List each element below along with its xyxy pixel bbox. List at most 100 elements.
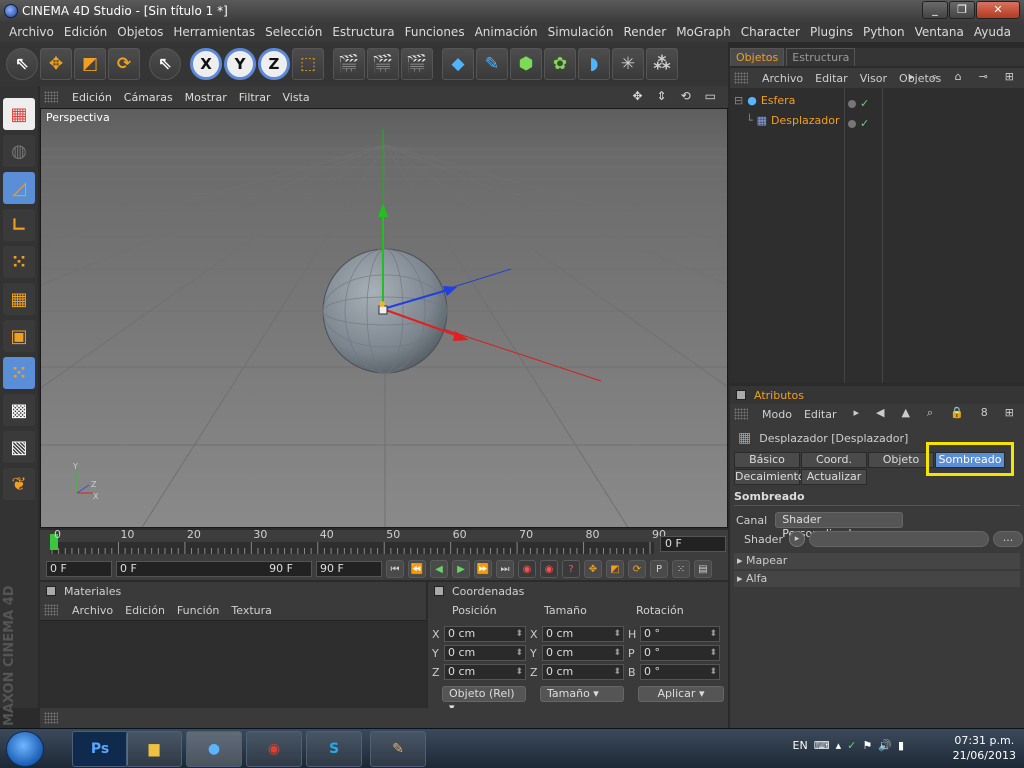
keyboard-icon[interactable]: ⌨ <box>814 739 830 752</box>
maximize-icon[interactable]: ▭ <box>699 89 722 103</box>
vp-menu-edicion[interactable]: Edición <box>66 91 118 104</box>
obj-menu-visor[interactable]: Visor <box>854 72 893 85</box>
scheme-icon[interactable]: ▤ <box>694 560 712 578</box>
shader-more-button[interactable]: ... <box>992 531 1023 547</box>
next-key-icon[interactable]: ⏩ <box>474 560 492 578</box>
panel-grip[interactable] <box>734 72 748 84</box>
obj-menu-editar[interactable]: Editar <box>809 72 854 85</box>
skype-taskbar-button[interactable]: S <box>306 731 362 767</box>
mat-menu-archivo[interactable]: Archivo <box>66 604 119 617</box>
maximize-button[interactable]: ❐ <box>949 1 975 19</box>
uv-polygons-mode-icon[interactable]: ⁙ <box>3 357 35 389</box>
bookmark-icon[interactable]: ⌂ <box>949 70 968 84</box>
link-icon[interactable]: 8 <box>975 406 994 420</box>
live-selection-icon[interactable]: ⇖ <box>6 48 38 80</box>
points-mode-icon[interactable]: ⁙ <box>3 246 35 278</box>
photoshop-taskbar-button[interactable]: Ps <box>72 731 128 767</box>
link-icon[interactable]: ⊸ <box>973 70 994 84</box>
tab-decaimiento[interactable]: Decaimiento <box>734 469 805 485</box>
tab-objetos[interactable]: Objetos <box>730 48 785 66</box>
play-backwards-icon[interactable]: ◀ <box>430 560 448 578</box>
panel-grip[interactable] <box>44 604 58 616</box>
workplane-icon[interactable]: ▧ <box>3 431 35 463</box>
back-arrow-icon[interactable]: ◀ <box>870 406 890 420</box>
tab-objeto[interactable]: Objeto <box>868 452 934 468</box>
position-z-field[interactable]: 0 cm <box>444 664 526 680</box>
end-frame-field[interactable]: 90 F <box>316 561 382 577</box>
menu-character[interactable]: Character <box>736 25 805 39</box>
panel-square-icon[interactable] <box>46 586 56 596</box>
panel-grip[interactable] <box>44 91 58 103</box>
dolly-icon[interactable]: ⇕ <box>651 89 673 103</box>
size-y-field[interactable]: 0 cm <box>542 645 624 661</box>
edges-mode-icon[interactable]: ▦ <box>3 283 35 315</box>
position-key-icon[interactable]: ✥ <box>584 560 602 578</box>
panel-square-icon[interactable] <box>736 390 746 400</box>
subdivision-surface-icon[interactable]: ⬢ <box>510 48 542 80</box>
object-row-desplazador[interactable]: └ ▦ Desplazador <box>746 114 840 127</box>
sculpt-icon[interactable]: ❦ <box>3 468 35 500</box>
menu-herramientas[interactable]: Herramientas <box>168 25 260 39</box>
object-name[interactable]: Desplazador <box>771 114 840 127</box>
enabled-check-icon[interactable]: ✓ <box>860 117 869 130</box>
vp-menu-filtrar[interactable]: Filtrar <box>233 91 277 104</box>
language-indicator[interactable]: EN <box>793 739 808 752</box>
particles-icon[interactable]: ⁂ <box>646 48 678 80</box>
rotate-icon[interactable]: ⟳ <box>108 48 140 80</box>
record-active-objects-icon[interactable]: ◉ <box>518 560 536 578</box>
mat-menu-funcion[interactable]: Función <box>171 604 225 617</box>
rotate-view-icon[interactable]: ⟲ <box>675 89 697 103</box>
x-axis-lock-button[interactable]: X <box>190 48 222 80</box>
materials-area[interactable] <box>40 620 426 708</box>
menu-edicion[interactable]: Edición <box>59 25 112 39</box>
model-mode-icon[interactable]: ◿ <box>3 172 35 204</box>
go-to-end-icon[interactable]: ⏭ <box>496 560 514 578</box>
menu-ventana[interactable]: Ventana <box>910 25 969 39</box>
tree-expand-icon[interactable]: ⊟ <box>734 94 743 107</box>
fold-alfa[interactable]: Alfa <box>734 571 1020 587</box>
start-frame-field[interactable]: 0 F <box>46 561 112 577</box>
timeline[interactable]: 0 10 20 30 40 50 60 70 80 90 0 F <box>40 528 728 558</box>
new-panel-icon[interactable]: ⊞ <box>999 406 1020 420</box>
menu-mograph[interactable]: MoGraph <box>671 25 736 39</box>
close-button[interactable]: ✕ <box>976 1 1020 19</box>
apply-button[interactable]: Aplicar <box>638 686 724 702</box>
z-axis-lock-button[interactable]: Z <box>258 48 290 80</box>
viewport-perspective[interactable]: Y X Z Perspectiva <box>40 108 728 528</box>
app-tray-icon[interactable]: ✓ <box>847 739 856 752</box>
action-center-icon[interactable]: ⚑ <box>862 739 872 752</box>
play-icon[interactable]: ▶ <box>452 560 470 578</box>
previous-key-icon[interactable]: ⏪ <box>408 560 426 578</box>
vp-menu-camaras[interactable]: Cámaras <box>118 91 179 104</box>
visibility-dot[interactable] <box>848 119 856 128</box>
vp-menu-mostrar[interactable]: Mostrar <box>179 91 233 104</box>
position-x-field[interactable]: 0 cm <box>444 626 526 642</box>
object-name[interactable]: Esfera <box>761 94 796 107</box>
attr-menu-editar[interactable]: Editar <box>798 408 843 421</box>
menu-animacion[interactable]: Animación <box>470 25 543 39</box>
scene-environment-icon[interactable]: ✳ <box>612 48 644 80</box>
rotation-p-field[interactable]: 0 ° <box>640 645 720 661</box>
panel-grip[interactable] <box>734 408 748 420</box>
position-y-field[interactable]: 0 cm <box>444 645 526 661</box>
mat-menu-edicion[interactable]: Edición <box>119 604 171 617</box>
menu-ayuda[interactable]: Ayuda <box>969 25 1016 39</box>
scale-key-icon[interactable]: ◩ <box>606 560 624 578</box>
minimize-button[interactable]: _ <box>922 1 948 19</box>
shader-arrow-icon[interactable]: ▸ <box>788 531 805 547</box>
cube-icon[interactable]: ◆ <box>442 48 474 80</box>
start-button[interactable] <box>6 731 44 767</box>
up-arrow-icon[interactable]: ▲ <box>895 406 915 420</box>
render-picture-viewer-icon[interactable]: 🎬 <box>367 48 399 80</box>
menu-objetos[interactable]: Objetos <box>112 25 168 39</box>
current-frame-field[interactable]: 0 F <box>660 536 726 552</box>
tab-actualizar[interactable]: Actualizar <box>801 469 867 485</box>
parameter-key-icon[interactable]: P <box>650 560 668 578</box>
make-editable-icon[interactable]: ◍ <box>3 135 35 167</box>
rotation-b-field[interactable]: 0 ° <box>640 664 720 680</box>
mat-menu-textura[interactable]: Textura <box>225 604 277 617</box>
explorer-taskbar-button[interactable]: ▆ <box>126 731 182 767</box>
panel-grip[interactable] <box>44 712 58 724</box>
render-view-icon[interactable]: 🎬 <box>333 48 365 80</box>
panel-square-icon[interactable] <box>434 586 444 596</box>
